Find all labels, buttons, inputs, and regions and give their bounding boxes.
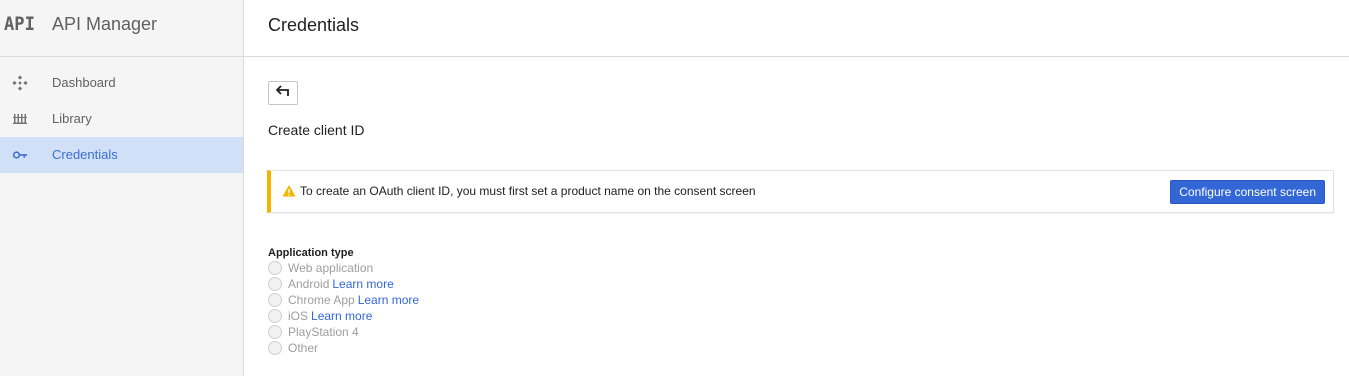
radio-option-chrome-app[interactable]: Chrome App Learn more bbox=[268, 292, 419, 308]
radio-button[interactable] bbox=[268, 261, 282, 275]
radio-label: PlayStation 4 bbox=[288, 325, 359, 339]
api-logo: API bbox=[4, 13, 35, 35]
library-icon bbox=[12, 111, 28, 127]
radio-label: Other bbox=[288, 341, 319, 355]
radio-label: Android bbox=[288, 277, 330, 291]
warning-icon bbox=[282, 184, 296, 198]
radio-button[interactable] bbox=[268, 341, 282, 355]
sidebar-item-label: Credentials bbox=[52, 147, 118, 162]
alert-message: To create an OAuth client ID, you must f… bbox=[300, 184, 756, 198]
dashboard-icon bbox=[12, 75, 28, 91]
radio-option-ios[interactable]: iOS Learn more bbox=[268, 308, 419, 324]
radio-option-android[interactable]: Android Learn more bbox=[268, 276, 419, 292]
radio-label: Web application bbox=[288, 261, 374, 275]
application-type-label: Application type bbox=[268, 247, 354, 259]
key-icon bbox=[12, 147, 28, 163]
radio-button[interactable] bbox=[268, 309, 282, 323]
sidebar-item-library[interactable]: Library bbox=[0, 101, 243, 137]
sidebar-nav: Dashboard Library Credentials bbox=[0, 65, 243, 173]
learn-more-link[interactable]: Learn more bbox=[311, 309, 372, 323]
sidebar: API API Manager Dashboard Library Creden… bbox=[0, 0, 244, 376]
learn-more-link[interactable]: Learn more bbox=[358, 293, 419, 307]
radio-label: iOS bbox=[288, 309, 309, 323]
configure-consent-screen-button[interactable]: Configure consent screen bbox=[1170, 180, 1325, 204]
page-header: Credentials bbox=[244, 0, 1349, 57]
learn-more-link[interactable]: Learn more bbox=[332, 277, 393, 291]
sidebar-item-credentials[interactable]: Credentials bbox=[0, 137, 243, 173]
sidebar-item-label: Dashboard bbox=[52, 75, 116, 90]
sidebar-item-dashboard[interactable]: Dashboard bbox=[0, 65, 243, 101]
page-title: Credentials bbox=[268, 15, 360, 35]
radio-option-other[interactable]: Other bbox=[268, 340, 419, 356]
radio-option-web-application[interactable]: Web application bbox=[268, 260, 419, 276]
radio-button[interactable] bbox=[268, 277, 282, 291]
back-arrow-icon bbox=[275, 84, 290, 102]
back-button[interactable] bbox=[268, 81, 298, 105]
application-type-radio-group: Web application Android Learn more Chrom… bbox=[268, 260, 419, 356]
radio-button[interactable] bbox=[268, 325, 282, 339]
radio-option-playstation-4[interactable]: PlayStation 4 bbox=[268, 324, 419, 340]
radio-button[interactable] bbox=[268, 293, 282, 307]
app-root: API API Manager Dashboard Library Creden… bbox=[0, 0, 1349, 376]
create-client-id-heading: Create client ID bbox=[268, 122, 365, 138]
brand-bar: API API Manager bbox=[0, 0, 243, 57]
app-title: API Manager bbox=[52, 14, 158, 34]
consent-warning-alert: To create an OAuth client ID, you must f… bbox=[267, 170, 1334, 213]
radio-label: Chrome App bbox=[288, 293, 355, 307]
sidebar-item-label: Library bbox=[52, 111, 92, 126]
